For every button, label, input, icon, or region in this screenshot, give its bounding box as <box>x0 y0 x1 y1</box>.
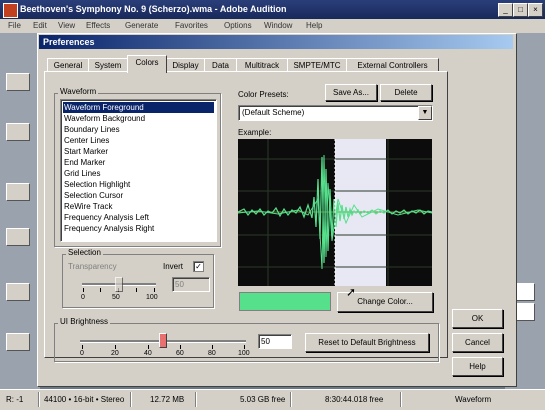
transparency-max: 100 <box>146 294 158 301</box>
example-label: Example: <box>238 128 272 137</box>
brightness-tick-60: 60 <box>176 350 184 357</box>
panel-button[interactable] <box>6 283 30 301</box>
menu-effects[interactable]: Effects <box>86 21 110 30</box>
list-item[interactable]: Frequency Analysis Left <box>63 212 214 223</box>
left-panel <box>0 33 40 389</box>
menu-edit[interactable]: Edit <box>33 21 47 30</box>
menu-view[interactable]: View <box>58 21 75 30</box>
menu-favorites[interactable]: Favorites <box>175 21 208 30</box>
list-item[interactable]: Center Lines <box>63 135 214 146</box>
dialog-title-bar: Preferences <box>39 35 513 49</box>
list-item[interactable]: Selection Cursor <box>63 190 214 201</box>
list-item[interactable]: Waveform Background <box>63 113 214 124</box>
brightness-tick-20: 20 <box>111 350 119 357</box>
status-view-mode: Waveform <box>455 395 492 404</box>
transparency-min: 0 <box>81 294 85 301</box>
reset-brightness-button[interactable]: Reset to Default Brightness <box>305 333 429 352</box>
list-item[interactable]: Start Marker <box>63 146 214 157</box>
status-bar: R: -1 44100 • 16-bit • Stereo 12.72 MB 5… <box>0 389 545 410</box>
ui-brightness-label: UI Brightness <box>58 317 111 326</box>
app-icon <box>3 3 18 18</box>
app-menu-bar: File Edit View Effects Generate Favorite… <box>0 19 545 33</box>
brightness-tick-100: 100 <box>238 350 250 357</box>
tab-colors[interactable]: Colors <box>127 55 167 73</box>
waveform-example-preview <box>237 139 433 286</box>
brightness-tick-0: 0 <box>80 350 84 357</box>
list-item[interactable]: ReWire Track <box>63 201 214 212</box>
color-swatch <box>239 292 331 311</box>
color-presets-value: (Default Scheme) <box>242 108 305 117</box>
help-button[interactable]: Help <box>452 357 503 376</box>
dialog-title: Preferences <box>43 37 95 47</box>
list-item[interactable]: Waveform Foreground <box>63 102 214 113</box>
transparency-mid: 50 <box>112 294 120 301</box>
save-as-button[interactable]: Save As... <box>325 84 377 101</box>
waveform-group-label: Waveform <box>58 87 99 96</box>
status-format: 44100 • 16-bit • Stereo <box>44 395 125 404</box>
brightness-tick-80: 80 <box>208 350 216 357</box>
close-icon[interactable]: × <box>528 3 543 17</box>
brightness-tick-40: 40 <box>144 350 152 357</box>
waveform-preview-graphic <box>237 139 433 286</box>
cancel-button[interactable]: Cancel <box>452 333 503 352</box>
status-size: 12.72 MB <box>150 395 185 404</box>
invert-label: Invert <box>163 262 184 271</box>
panel-button[interactable] <box>6 228 30 246</box>
mouse-cursor-icon: ➚ <box>346 285 357 299</box>
tab-external-controllers[interactable]: External Controllers <box>346 58 439 72</box>
menu-file[interactable]: File <box>8 21 21 30</box>
menu-generate[interactable]: Generate <box>125 21 158 30</box>
panel-button[interactable] <box>6 73 30 91</box>
chevron-down-icon[interactable]: ▼ <box>418 106 432 120</box>
minimize-icon[interactable]: _ <box>498 3 513 17</box>
menu-options[interactable]: Options <box>224 21 252 30</box>
color-presets-dropdown[interactable]: (Default Scheme) ▼ <box>238 105 433 121</box>
status-time-free: 8:30:44.018 free <box>325 395 384 404</box>
status-disk-free: 5.03 GB free <box>240 395 286 404</box>
brightness-value-field[interactable]: 50 <box>258 334 292 349</box>
tab-multitrack[interactable]: Multitrack <box>236 58 288 72</box>
invert-checkbox[interactable]: ✓ <box>193 261 204 272</box>
color-presets-label: Color Presets: <box>238 90 289 99</box>
app-title-bar: Beethoven's Symphony No. 9 (Scherzo).wma… <box>0 0 545 19</box>
list-item[interactable]: End Marker <box>63 157 214 168</box>
ok-button[interactable]: OK <box>452 309 503 328</box>
tab-smpte-mtc[interactable]: SMPTE/MTC <box>287 58 347 72</box>
panel-button[interactable] <box>6 183 30 201</box>
transparency-slider-thumb[interactable] <box>115 277 123 292</box>
app-title: Beethoven's Symphony No. 9 (Scherzo).wma… <box>20 4 287 14</box>
panel-button[interactable] <box>6 123 30 141</box>
selection-group-label: Selection <box>66 248 103 257</box>
list-item[interactable]: Selection Highlight <box>63 179 214 190</box>
transparency-label: Transparency <box>68 262 117 271</box>
tab-general[interactable]: General <box>47 58 89 72</box>
tab-system[interactable]: System <box>88 58 128 72</box>
tab-data[interactable]: Data <box>204 58 237 72</box>
list-item[interactable]: Boundary Lines <box>63 124 214 135</box>
list-item[interactable]: Frequency Analysis Right <box>63 223 214 234</box>
panel-button[interactable] <box>6 333 30 351</box>
menu-help[interactable]: Help <box>306 21 322 30</box>
tab-display[interactable]: Display <box>166 58 205 72</box>
menu-window[interactable]: Window <box>264 21 292 30</box>
status-cursor: R: -1 <box>6 395 24 404</box>
brightness-slider-thumb[interactable] <box>159 333 167 348</box>
maximize-icon[interactable]: □ <box>513 3 528 17</box>
transparency-value-field[interactable]: 50 <box>172 277 210 292</box>
list-item[interactable]: Grid Lines <box>63 168 214 179</box>
delete-button[interactable]: Delete <box>380 84 432 101</box>
